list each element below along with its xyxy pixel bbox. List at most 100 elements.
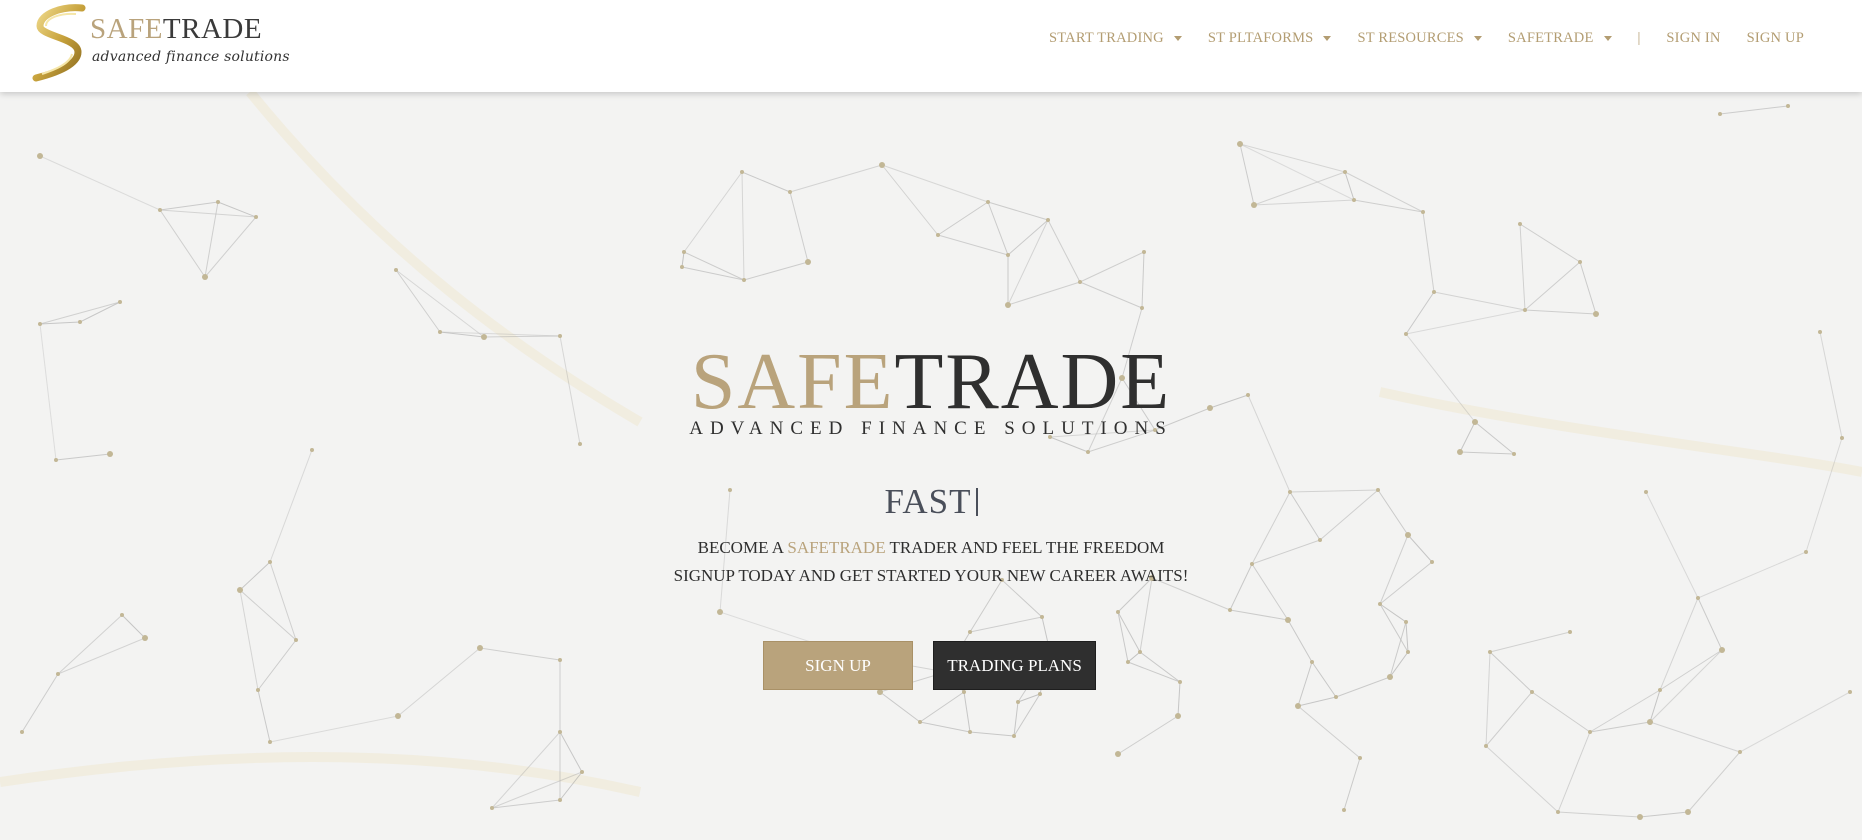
network-node <box>1228 608 1232 612</box>
network-node <box>558 334 562 338</box>
network-node <box>1387 674 1393 680</box>
network-edge <box>1659 597 1699 691</box>
network-edge <box>121 614 146 639</box>
network-node <box>1512 452 1516 456</box>
caret-down-icon <box>1473 36 1482 41</box>
network-node <box>481 334 487 340</box>
hero-tagline-2: SIGNUP TODAY AND GET STARTED YOUR NEW CA… <box>673 566 1189 585</box>
network-edge <box>937 201 989 236</box>
network-edge <box>881 164 939 236</box>
network-node <box>1237 141 1243 147</box>
network-edge <box>1343 757 1361 811</box>
network-node <box>1658 688 1662 692</box>
network-edge <box>1649 649 1723 723</box>
network-node <box>1138 650 1142 654</box>
network-edge <box>1047 219 1081 283</box>
network-edge <box>1311 661 1337 698</box>
network-edge <box>39 155 161 211</box>
network-node <box>1718 112 1722 116</box>
network-node <box>1343 170 1347 174</box>
network-node <box>1432 290 1436 294</box>
trading-plans-button[interactable]: TRADING PLANS <box>933 641 1096 690</box>
network-node <box>1637 814 1643 820</box>
network-node <box>438 330 442 334</box>
network-edge <box>1557 731 1591 813</box>
nav-start-trading[interactable]: START TRADING <box>1049 30 1182 47</box>
network-node <box>1719 647 1725 653</box>
network-edge <box>1405 309 1526 335</box>
network-edge <box>159 201 219 211</box>
network-edge <box>79 301 121 323</box>
network-edge <box>1297 661 1313 707</box>
network-node <box>558 798 562 802</box>
network-node <box>1406 650 1410 654</box>
network-node <box>120 613 124 617</box>
nav-label: SAFETRADE <box>1507 30 1594 46</box>
network-node <box>1012 734 1016 738</box>
network-node <box>1175 713 1181 719</box>
network-edge <box>1422 211 1435 293</box>
network-edge <box>1524 261 1581 311</box>
network-edge <box>1079 281 1143 309</box>
site-logo[interactable]: SAFETRADE advanced finance solutions <box>32 4 290 82</box>
network-node <box>37 153 43 159</box>
network-edge <box>1117 715 1179 755</box>
network-node <box>1140 306 1144 310</box>
network-node <box>1115 751 1121 757</box>
network-node <box>1006 253 1010 257</box>
network-edge <box>919 721 971 733</box>
network-edge <box>683 171 743 253</box>
network-edge <box>1127 651 1141 663</box>
network-node <box>578 442 582 446</box>
network-edge <box>159 209 206 278</box>
network-edge <box>1177 681 1181 717</box>
network-node <box>78 320 82 324</box>
network-edge <box>1127 661 1181 683</box>
logo-wordmark: SAFETRADE <box>90 13 263 45</box>
network-node <box>1126 660 1130 664</box>
nav-st-resources[interactable]: ST RESOURCES <box>1357 30 1482 47</box>
typed-headline: FAST <box>0 482 1862 522</box>
network-node <box>118 300 122 304</box>
network-edge <box>1239 143 1255 206</box>
network-node <box>54 458 58 462</box>
network-node <box>1116 610 1120 614</box>
network-edge <box>483 335 561 338</box>
network-node <box>1848 690 1852 694</box>
network-edge <box>257 689 271 743</box>
network-edge <box>1485 691 1533 747</box>
network-node <box>1352 198 1356 202</box>
network-node <box>56 672 60 676</box>
nav-st-platforms[interactable]: ST PLTAFORMS <box>1208 30 1332 47</box>
hero-sign-up-button[interactable]: SIGN UP <box>763 641 913 690</box>
caret-down-icon <box>1323 36 1332 41</box>
hero-title: SAFETRADE <box>690 338 1172 426</box>
network-node <box>1040 615 1044 619</box>
nav-safetrade[interactable]: SAFETRADE <box>1508 30 1612 47</box>
network-edge <box>1239 143 1346 173</box>
network-edge <box>789 164 883 193</box>
network-node <box>558 730 562 734</box>
network-node <box>1430 560 1434 564</box>
network-edge <box>1253 199 1355 206</box>
network-node <box>477 645 483 651</box>
nav-sign-in[interactable]: SIGN IN <box>1666 30 1720 47</box>
network-edge <box>1079 251 1145 283</box>
network-node <box>394 268 398 272</box>
network-edge <box>479 647 561 661</box>
network-edge <box>681 266 745 281</box>
network-edge <box>1389 621 1407 678</box>
network-edge <box>969 731 1015 737</box>
network-edge <box>1353 199 1424 213</box>
network-edge <box>1649 721 1741 753</box>
network-edge <box>1405 291 1435 335</box>
nav-sign-up[interactable]: SIGN UP <box>1747 30 1804 47</box>
network-edge <box>1405 621 1409 653</box>
network-edge <box>1459 451 1515 455</box>
network-node <box>268 740 272 744</box>
caret-down-icon <box>1603 36 1612 41</box>
network-node <box>936 233 940 237</box>
network-node <box>490 806 494 810</box>
network-node <box>558 658 562 662</box>
network-edge <box>741 171 791 193</box>
